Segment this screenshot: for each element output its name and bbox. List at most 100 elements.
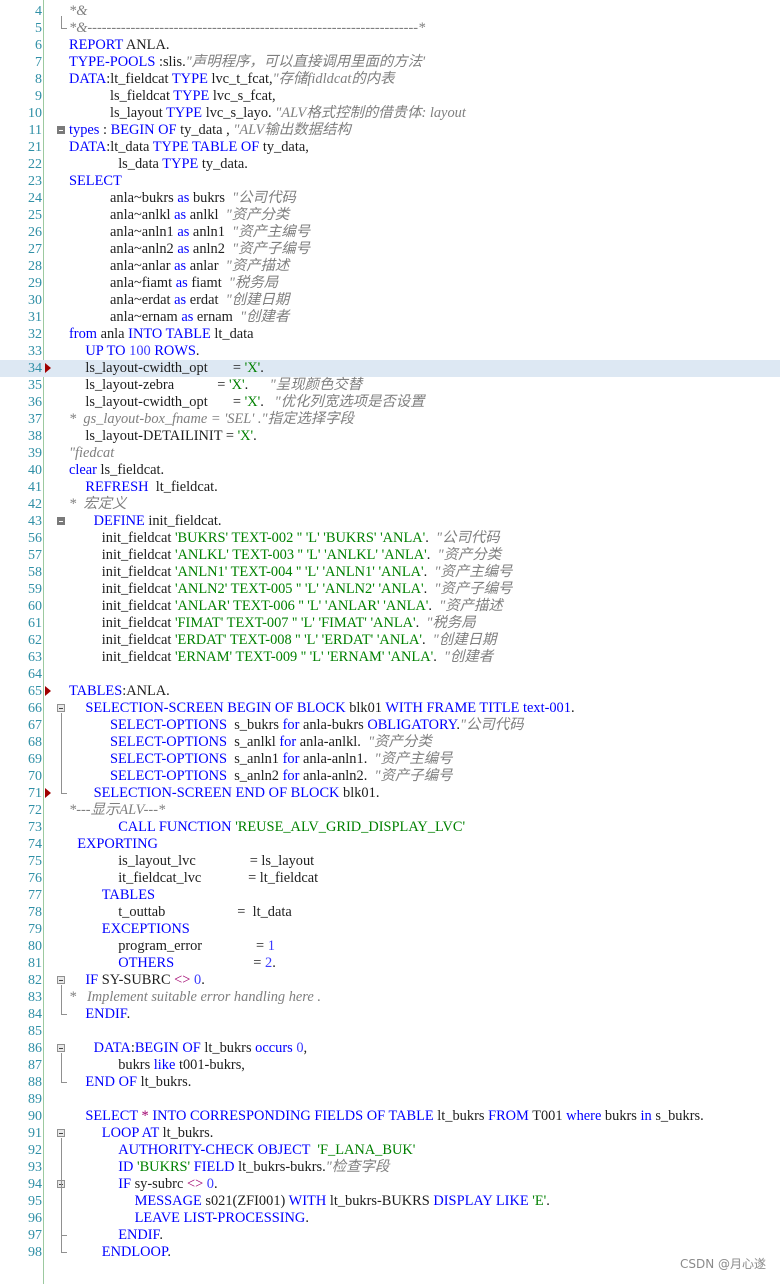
code-line[interactable]: 64 [0,666,780,683]
code-line[interactable]: 4 *& [0,3,780,20]
code-line[interactable]: 76 it_fieldcat_lvc = lt_fieldcat [0,870,780,887]
code-line[interactable]: 23 SELECT [0,173,780,190]
expand-fold-icon[interactable] [57,517,65,525]
code-line[interactable]: 85 [0,1023,780,1040]
code-text: ls_layout-DETAILINIT = 'X'. [85,428,256,445]
code-line[interactable]: 9 ls_fieldcat TYPE lvc_s_fcat, [0,88,780,105]
code-line[interactable]: 21 DATA:lt_data TYPE TABLE OF ty_data, [0,139,780,156]
code-line[interactable]: 30 anla~erdat as erdat "创建日期 [0,292,780,309]
code-token: TEXT-002 [231,530,294,546]
breakpoint-marker-icon[interactable] [45,788,51,798]
code-line[interactable]: 91 LOOP AT lt_bukrs. [0,1125,780,1142]
code-line[interactable]: 62 init_fieldcat 'ERDAT' TEXT-008 '' 'L' … [0,632,780,649]
code-line[interactable]: 79 EXCEPTIONS [0,921,780,938]
code-line[interactable]: 26 anla~anln1 as anln1 "资产主编号 [0,224,780,241]
code-line[interactable]: 63 init_fieldcat 'ERNAM' TEXT-009 '' 'L' … [0,649,780,666]
code-line[interactable]: 38 ls_layout-DETAILINIT = 'X'. [0,428,780,445]
code-line[interactable]: 81 OTHERS = 2. [0,955,780,972]
code-editor[interactable]: 4 *& 5 *&----------------------------------… [0,0,780,1284]
code-line[interactable]: 34 ls_layout-cwidth_opt = 'X'. [0,360,780,377]
code-line[interactable]: 94 IF sy-subrc <> 0. [0,1176,780,1193]
code-line[interactable]: 70 SELECT-OPTIONS s_anln2 for anla-anln2.… [0,768,780,785]
code-line[interactable]: 58 init_fieldcat 'ANLN1' TEXT-004 '' 'L' … [0,564,780,581]
code-line[interactable]: 90 SELECT * INTO CORRESPONDING FIELDS OF … [0,1108,780,1125]
collapse-fold-icon[interactable] [57,704,65,712]
code-line[interactable]: 25 anla~anlkl as anlkl "资产分类 [0,207,780,224]
code-line[interactable]: 59 init_fieldcat 'ANLN2' TEXT-005 '' 'L' … [0,581,780,598]
code-line[interactable]: 92 AUTHORITY-CHECK OBJECT 'F_LANA_BUK' [0,1142,780,1159]
breakpoint-marker-icon[interactable] [45,363,51,373]
code-line[interactable]: 83 * Implement suitable error handling he… [0,989,780,1006]
code-line[interactable]: 24 anla~bukrs as bukrs "公司代码 [0,190,780,207]
code-line[interactable]: 82 IF SY-SUBRC <> 0. [0,972,780,989]
code-token: 'L' [300,615,315,631]
code-line[interactable]: 37 * gs_layout-box_fname = 'SEL' ."指定选择字段 [0,411,780,428]
code-line[interactable]: 65 TABLES:ANLA. [0,683,780,700]
code-line[interactable]: 8 DATA:lt_fieldcat TYPE lvc_t_fcat,"存储fid… [0,71,780,88]
code-line[interactable]: 22 ls_data TYPE ty_data. [0,156,780,173]
collapse-fold-icon[interactable] [57,1044,65,1052]
code-token: MESSAGE [134,1193,202,1209]
collapse-fold-icon[interactable] [57,1129,65,1137]
code-token: 'L' [304,632,319,648]
code-token: OBLIGATORY [367,717,457,733]
code-line[interactable]: 88 END OF lt_bukrs. [0,1074,780,1091]
code-line[interactable]: 31 anla~ernam as ernam "创建者 [0,309,780,326]
code-line[interactable]: 98 ENDLOOP. [0,1244,780,1261]
code-line[interactable]: 35 ls_layout-zebra = 'X'. "呈现颜色交替 [0,377,780,394]
code-line[interactable]: 28 anla~anlar as anlar "资产描述 [0,258,780,275]
code-token: 'ANLA' [370,615,416,631]
code-line[interactable]: 57 init_fieldcat 'ANLKL' TEXT-003 '' 'L' … [0,547,780,564]
line-number: 39 [28,446,42,461]
code-line[interactable]: 33 UP TO 100 ROWS. [0,343,780,360]
code-line[interactable]: 27 anla~anln2 as anln2 "资产子编号 [0,241,780,258]
code-line[interactable]: 95 MESSAGE s021(ZFI001) WITH lt_bukrs-BUK… [0,1193,780,1210]
code-line[interactable]: 87 bukrs like t001-bukrs, [0,1057,780,1074]
code-line[interactable]: 67 SELECT-OPTIONS s_bukrs for anla-bukrs … [0,717,780,734]
line-number: 27 [28,242,42,257]
code-token: lt_fieldcat. [148,479,218,495]
expand-fold-icon[interactable] [57,126,65,134]
code-line[interactable]: 43 DEFINE init_fieldcat. [0,513,780,530]
code-text: * Implement suitable error handling here… [69,989,321,1006]
code-line[interactable]: 29 anla~fiamt as fiamt "税务局 [0,275,780,292]
code-line[interactable]: 69 SELECT-OPTIONS s_anln1 for anla-anln1.… [0,751,780,768]
code-line[interactable]: 73 CALL FUNCTION 'REUSE_ALV_GRID_DISPLAY_… [0,819,780,836]
code-line[interactable]: 66 SELECTION-SCREEN BEGIN OF BLOCK blk01 … [0,700,780,717]
code-line[interactable]: 89 [0,1091,780,1108]
code-line[interactable]: 42 * 宏定义 [0,496,780,513]
code-line[interactable]: 68 SELECT-OPTIONS s_anlkl for anla-anlkl.… [0,734,780,751]
code-line[interactable]: 84 ENDIF. [0,1006,780,1023]
code-line[interactable]: 72 *---显示ALV---* [0,802,780,819]
code-line[interactable]: 5 *&-------------------------------------… [0,20,780,37]
breakpoint-marker-icon[interactable] [45,686,51,696]
code-line[interactable]: 40 clear ls_fieldcat. [0,462,780,479]
code-line[interactable]: 32 from anla INTO TABLE lt_data [0,326,780,343]
code-line[interactable]: 80 program_error = 1 [0,938,780,955]
code-token: TABLES [69,683,123,699]
code-line[interactable]: 75 is_layout_lvc = ls_layout [0,853,780,870]
code-line[interactable]: 86 DATA:BEGIN OF lt_bukrs occurs 0, [0,1040,780,1057]
code-token: . [425,530,437,546]
code-line[interactable]: 74 EXPORTING [0,836,780,853]
code-line[interactable]: 77 TABLES [0,887,780,904]
code-line[interactable]: 96 LEAVE LIST-PROCESSING. [0,1210,780,1227]
code-line[interactable]: 6 REPORT ANLA. [0,37,780,54]
code-line[interactable]: 10 ls_layout TYPE lvc_s_layo. "ALV格式控制的借贵… [0,105,780,122]
code-line[interactable]: 7 TYPE-POOLS :slis."声明程序，可以直接调用里面的方法' [0,54,780,71]
code-line[interactable]: 97 ENDIF. [0,1227,780,1244]
code-line[interactable]: 78 t_outtab = lt_data [0,904,780,921]
code-line[interactable]: 61 init_fieldcat 'FIMAT' TEXT-007 '' 'L' … [0,615,780,632]
code-text: CALL FUNCTION 'REUSE_ALV_GRID_DISPLAY_LV… [118,819,465,836]
code-line[interactable]: 41 REFRESH lt_fieldcat. [0,479,780,496]
code-token: ls_layout [110,105,167,121]
code-token: 'ANLKL' [174,547,229,563]
code-line[interactable]: 60 init_fieldcat 'ANLAR' TEXT-006 '' 'L' … [0,598,780,615]
code-line[interactable]: 56 init_fieldcat 'BUKRS' TEXT-002 '' 'L' … [0,530,780,547]
code-line[interactable]: 11 types : BEGIN OF ty_data , "ALV输出数据结构 [0,122,780,139]
code-line[interactable]: 36 ls_layout-cwidth_opt = 'X'. "优化列宽选项是否设… [0,394,780,411]
collapse-fold-icon[interactable] [57,976,65,984]
code-line[interactable]: 93 ID 'BUKRS' FIELD lt_bukrs-bukrs."检查字段 [0,1159,780,1176]
code-line[interactable]: 39 "fiedcat [0,445,780,462]
code-line[interactable]: 71 SELECTION-SCREEN END OF BLOCK blk01. [0,785,780,802]
